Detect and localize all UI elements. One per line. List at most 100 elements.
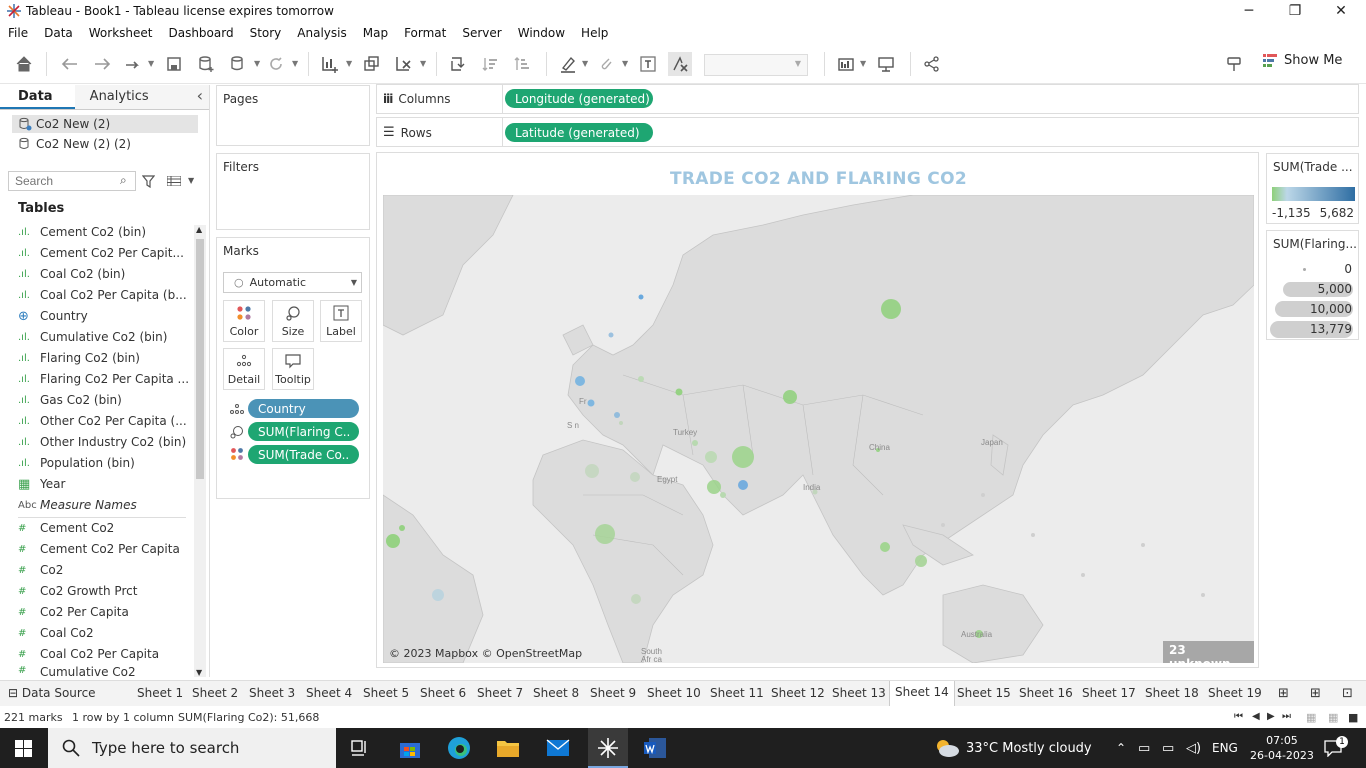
field-item[interactable]: # Cumulative Co2 — [18, 665, 190, 677]
chevron-down-icon[interactable]: ▼ — [254, 59, 260, 68]
sort-descending-icon[interactable] — [510, 52, 534, 76]
latitude-pill[interactable]: Latitude (generated) — [505, 123, 653, 142]
sheet-tab[interactable]: Sheet 8 — [533, 686, 579, 700]
windows-start-icon[interactable] — [15, 740, 32, 757]
new-dashboard-icon[interactable]: ⊞ — [1310, 686, 1321, 701]
word-icon[interactable] — [641, 734, 669, 762]
field-item[interactable]: .ıl. Cement Co2 Per Capit... — [18, 243, 190, 263]
tab-analytics[interactable]: Analytics — [74, 85, 209, 109]
refresh-icon[interactable] — [264, 52, 288, 76]
fields-scrollbar[interactable]: ▲ ▼ — [194, 225, 206, 677]
sheet-tab[interactable]: Sheet 3 — [249, 686, 295, 700]
menu-dashboard[interactable]: Dashboard — [160, 26, 241, 40]
fit-dropdown[interactable]: ▼ — [704, 54, 808, 76]
next-page-icon[interactable]: ▶ — [1267, 711, 1275, 722]
taskbar-search[interactable]: Type here to search — [48, 728, 336, 768]
color-legend[interactable]: SUM(Trade ... -1,135 5,682 — [1266, 153, 1359, 224]
menu-map[interactable]: Map — [355, 26, 396, 40]
menu-story[interactable]: Story — [242, 26, 290, 40]
chevron-down-icon[interactable]: ▼ — [188, 176, 194, 185]
new-story-icon[interactable]: ⊡ — [1342, 686, 1353, 701]
tableau-taskbar-button[interactable] — [588, 728, 628, 768]
close-button[interactable]: ✕ — [1318, 0, 1364, 22]
field-item[interactable]: .ıl. Cement Co2 (bin) — [18, 222, 190, 242]
field-item[interactable]: .ıl. Flaring Co2 Per Capita ... — [18, 369, 190, 389]
detail-button[interactable]: Detail — [223, 348, 265, 390]
trade-co2-pill[interactable]: SUM(Trade Co.. — [248, 445, 359, 464]
sheet-tab-active[interactable]: Sheet 14 — [889, 681, 955, 706]
swap-rows-columns-icon[interactable] — [446, 52, 470, 76]
battery-icon[interactable]: ▭ — [1162, 728, 1174, 768]
size-button[interactable]: Size — [272, 300, 314, 342]
sheet-tab[interactable]: Sheet 13 — [832, 686, 886, 700]
chevron-down-icon[interactable]: ▼ — [420, 59, 426, 68]
duplicate-sheet-icon[interactable] — [360, 52, 384, 76]
restore-button[interactable]: ❐ — [1272, 0, 1318, 22]
undo-icon[interactable] — [58, 52, 82, 76]
sheet-tab[interactable]: Sheet 10 — [647, 686, 701, 700]
minimize-button[interactable]: ─ — [1226, 0, 1272, 22]
field-item[interactable]: .ıl. Coal Co2 (bin) — [18, 264, 190, 284]
label-button[interactable]: Label — [320, 300, 362, 342]
pages-card[interactable]: Pages — [216, 85, 370, 146]
field-item[interactable]: # Co2 Per Capita — [18, 602, 190, 622]
field-item[interactable]: .ıl. Population (bin) — [18, 453, 190, 473]
sheet-tab[interactable]: Sheet 16 — [1019, 686, 1073, 700]
store-icon[interactable] — [396, 734, 424, 762]
field-item[interactable]: .ıl. Other Industry Co2 (bin) — [18, 432, 190, 452]
menu-format[interactable]: Format — [396, 26, 454, 40]
collapse-pane-icon[interactable]: ‹ — [197, 86, 203, 105]
country-pill[interactable]: Country — [248, 399, 359, 418]
search-input[interactable] — [8, 171, 136, 191]
fix-axes-icon[interactable] — [668, 52, 692, 76]
new-datasource-icon[interactable] — [194, 52, 218, 76]
field-item[interactable]: # Coal Co2 Per Capita — [18, 644, 190, 664]
menu-file[interactable]: File — [0, 26, 36, 40]
menu-server[interactable]: Server — [454, 26, 509, 40]
presentation-mode-icon[interactable] — [874, 52, 898, 76]
field-item[interactable]: # Cement Co2 — [18, 518, 190, 538]
tabs-view-icon[interactable]: ■ — [1348, 711, 1358, 724]
field-item[interactable]: .ıl. Other Co2 Per Capita (... — [18, 411, 190, 431]
save-icon[interactable] — [162, 52, 186, 76]
flaring-co2-pill[interactable]: SUM(Flaring C.. — [248, 422, 359, 441]
sheet-tab[interactable]: Sheet 19 — [1208, 686, 1262, 700]
longitude-pill[interactable]: Longitude (generated) — [505, 89, 653, 108]
network-icon[interactable]: ▭ — [1138, 728, 1150, 768]
replay-icon[interactable] — [120, 52, 144, 76]
sheet-tab[interactable]: Sheet 18 — [1145, 686, 1199, 700]
datasource-item[interactable]: Co2 New (2) (2) — [12, 135, 198, 153]
tab-data[interactable]: Data — [0, 85, 75, 109]
rows-shelf[interactable]: ☰ Rows Latitude (generated) — [376, 117, 1359, 147]
chevron-down-icon[interactable]: ▼ — [292, 59, 298, 68]
chevron-down-icon[interactable]: ▼ — [622, 59, 628, 68]
sheet-tab[interactable]: Sheet 17 — [1082, 686, 1136, 700]
filter-icon[interactable] — [142, 175, 155, 188]
menu-window[interactable]: Window — [510, 26, 573, 40]
sheet-tab[interactable]: Sheet 12 — [771, 686, 825, 700]
sheet-tab[interactable]: Sheet 6 — [420, 686, 466, 700]
language-indicator[interactable]: ENG — [1212, 728, 1238, 768]
field-item[interactable]: .ıl. Coal Co2 Per Capita (b... — [18, 285, 190, 305]
field-item[interactable]: .ıl. Cumulative Co2 (bin) — [18, 327, 190, 347]
field-item[interactable]: # Cement Co2 Per Capita — [18, 539, 190, 559]
clear-sheet-icon[interactable] — [392, 52, 416, 76]
show-me-button[interactable]: Show Me — [1262, 52, 1342, 68]
color-button[interactable]: Color — [223, 300, 265, 342]
redo-icon[interactable] — [90, 52, 114, 76]
sheet-tab[interactable]: Sheet 9 — [590, 686, 636, 700]
menu-worksheet[interactable]: Worksheet — [81, 26, 161, 40]
scroll-thumb[interactable] — [196, 239, 204, 479]
prev-page-icon[interactable]: ◀ — [1252, 711, 1260, 722]
scroll-down-icon[interactable]: ▼ — [196, 668, 202, 677]
sheet-tab[interactable]: Sheet 4 — [306, 686, 352, 700]
show-mark-labels-icon[interactable] — [636, 52, 660, 76]
size-legend[interactable]: SUM(Flaring... 0 5,000 10,000 13,779 — [1266, 230, 1359, 340]
chevron-down-icon[interactable]: ▼ — [148, 59, 154, 68]
unknown-indicator[interactable]: 23 unknown — [1163, 641, 1254, 663]
data-source-tab[interactable]: ⊟ Data Source — [8, 686, 96, 700]
show-cards-icon[interactable] — [834, 52, 858, 76]
field-item[interactable]: Abc Measure Names — [18, 495, 190, 515]
volume-icon[interactable]: ◁) — [1186, 728, 1201, 768]
menu-analysis[interactable]: Analysis — [289, 26, 354, 40]
